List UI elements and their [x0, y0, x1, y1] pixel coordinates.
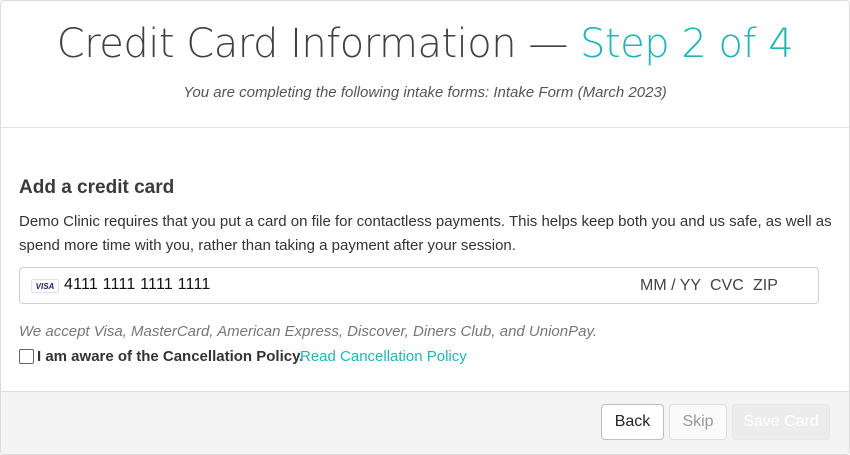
section-title: Add a credit card	[19, 177, 175, 198]
card-number-input[interactable]: 4111 1111 1111 1111	[64, 276, 210, 294]
section-description: Demo Clinic requires that you put a card…	[19, 213, 832, 254]
credit-card-panel: Credit Card Information — Step 2 of 4 Yo…	[0, 0, 850, 455]
back-button[interactable]: Back	[601, 404, 664, 440]
save-card-button[interactable]: Save Card	[732, 404, 830, 440]
cvc-input[interactable]: CVC	[710, 277, 744, 295]
expiry-input[interactable]: MM / YY	[640, 277, 701, 295]
skip-button[interactable]: Skip	[669, 404, 727, 440]
zip-input[interactable]: ZIP	[753, 277, 778, 295]
cancellation-policy-label[interactable]: I am aware of the Cancellation Policy.	[37, 348, 303, 365]
form-footer: Back Skip Save Card	[1, 391, 849, 454]
page-header: Credit Card Information — Step 2 of 4 Yo…	[1, 1, 849, 128]
step-indicator: Step 2 of 4	[580, 21, 794, 67]
title-main: Credit Card Information —	[56, 21, 569, 67]
cancellation-policy-checkbox[interactable]	[19, 349, 34, 364]
read-cancellation-policy-link[interactable]: Read Cancellation Policy	[300, 348, 467, 365]
card-input-field[interactable]: VISA 4111 1111 1111 1111 MM / YY CVC ZIP	[19, 267, 819, 304]
page-title: Credit Card Information — Step 2 of 4	[1, 21, 849, 67]
visa-card-icon: VISA	[31, 279, 59, 293]
intake-subtitle: You are completing the following intake …	[183, 84, 667, 101]
accepted-cards-note: We accept Visa, MasterCard, American Exp…	[19, 323, 598, 340]
